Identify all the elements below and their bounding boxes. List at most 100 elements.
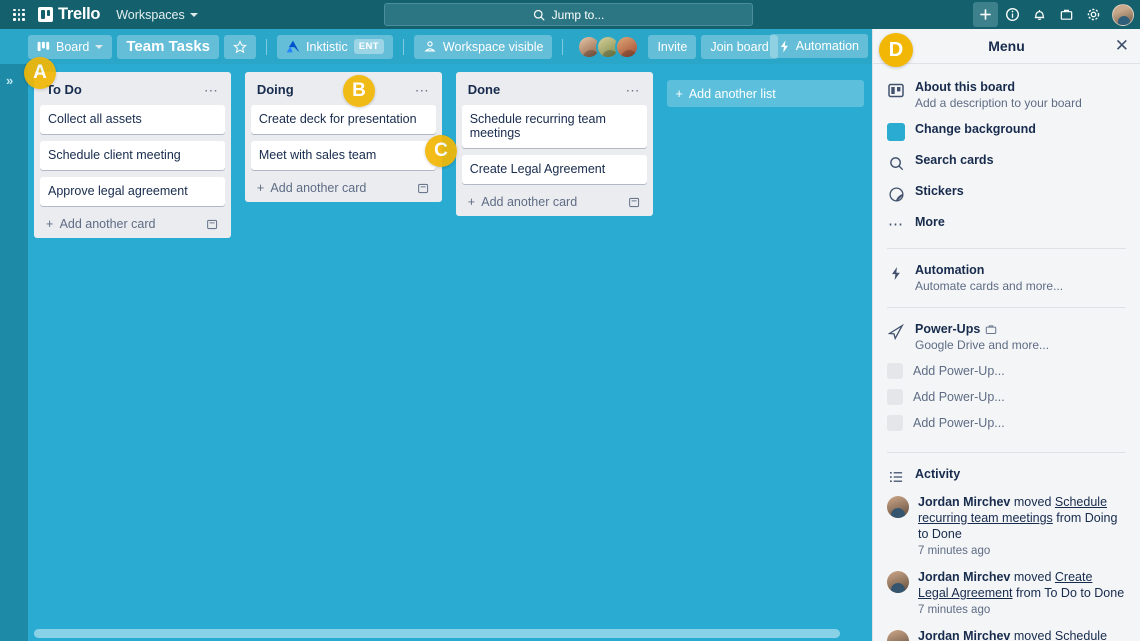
card[interactable]: Approve legal agreement <box>40 177 225 206</box>
menu-item-change-background[interactable]: Change background <box>873 116 1140 147</box>
info-circle-icon[interactable] <box>1000 2 1025 27</box>
card-template-icon[interactable] <box>206 218 219 231</box>
activity-verb: moved <box>1013 629 1052 641</box>
card[interactable]: Schedule client meeting <box>40 141 225 170</box>
activity-verb: moved <box>1013 570 1052 584</box>
menu-item-power-ups[interactable]: Power-Ups Google Drive and more... <box>873 316 1140 358</box>
add-power-up-row[interactable]: Add Power-Up... <box>873 358 1140 384</box>
board-members <box>577 34 640 59</box>
card[interactable]: Create deck for presentation <box>250 105 436 134</box>
list-actions-icon[interactable]: ⋯ <box>626 83 641 97</box>
add-card-row: + Add another card <box>462 191 647 212</box>
menu-item-stickers[interactable]: Stickers <box>873 178 1140 209</box>
annotation-badge-d: D <box>879 33 913 67</box>
activity-label: Activity <box>915 467 961 481</box>
add-power-up-label: Add Power-Up... <box>913 390 1005 404</box>
activity-timestamp: 7 minutes ago <box>918 545 991 557</box>
menu-item-label: Automation <box>915 263 985 277</box>
list-to-do: To Do ⋯ Collect all assets Schedule clie… <box>34 72 231 238</box>
list-done: Done ⋯ Schedule recurring team meetings … <box>455 72 653 216</box>
activity-timestamp: 7 minutes ago <box>918 604 991 616</box>
list-title[interactable]: Done <box>468 82 501 97</box>
page-title[interactable]: Team Tasks <box>117 34 220 59</box>
invite-button[interactable]: Invite <box>648 34 697 59</box>
divider <box>266 38 268 55</box>
user-avatar[interactable] <box>1112 3 1134 26</box>
grid-apps-icon[interactable] <box>10 6 28 24</box>
join-board-button[interactable]: Join board <box>701 34 778 59</box>
visibility-button[interactable]: Workspace visible <box>413 34 553 59</box>
plus-icon[interactable] <box>973 2 998 27</box>
search-placeholder: Jump to... <box>551 7 605 22</box>
add-card-row: + Add another card <box>251 177 436 198</box>
member-avatar[interactable] <box>615 34 640 59</box>
card[interactable]: Collect all assets <box>40 105 225 134</box>
workspace-name: Inktistic <box>306 39 348 54</box>
star-icon[interactable] <box>224 34 257 59</box>
activity-card-link[interactable]: Schedule <box>1055 629 1107 641</box>
card[interactable]: Schedule recurring team meetings <box>461 105 647 148</box>
menu-title: Menu <box>988 38 1025 54</box>
ellipsis-icon: ⋯ <box>888 216 904 233</box>
avatar <box>887 496 909 518</box>
chevron-double-right-icon[interactable]: » <box>6 73 13 88</box>
workspace-selector[interactable]: Inktistic ENT <box>277 34 393 59</box>
menu-item-sub: Google Drive and more... <box>915 338 1050 352</box>
divider <box>887 452 1126 453</box>
add-another-list-button[interactable]: + Add another list <box>666 80 864 107</box>
color-swatch-icon <box>887 123 905 141</box>
close-icon[interactable]: ✕ <box>1115 37 1129 55</box>
add-list-label: Add another list <box>688 86 776 101</box>
menu-item-label: Stickers <box>915 184 964 198</box>
activity-entry: Jordan Mirchev moved Schedule recurring … <box>873 488 1140 563</box>
menu-item-about-this-board[interactable]: About this board Add a description to yo… <box>873 74 1140 116</box>
trello-board-app: Trello Workspaces Jump to... » Board Tea… <box>0 0 1140 641</box>
add-power-up-row[interactable]: Add Power-Up... <box>873 410 1140 436</box>
activity-section-header: Activity <box>873 461 1140 488</box>
list-actions-icon[interactable]: ⋯ <box>204 83 219 97</box>
briefcase-icon[interactable] <box>1054 2 1079 27</box>
card[interactable]: Create Legal Agreement <box>461 155 647 184</box>
chevron-down-icon <box>189 12 198 17</box>
search-icon <box>887 154 905 172</box>
annotation-badge-c: C <box>425 135 457 167</box>
search-input[interactable]: Jump to... <box>384 3 753 26</box>
automation-button[interactable]: Automation <box>769 34 868 58</box>
list-actions-icon[interactable]: ⋯ <box>415 83 430 97</box>
gear-icon[interactable] <box>1081 2 1106 27</box>
card-template-icon[interactable] <box>628 196 641 209</box>
bell-icon[interactable] <box>1027 2 1052 27</box>
bolt-icon <box>780 40 788 52</box>
add-power-up-label: Add Power-Up... <box>913 364 1005 378</box>
board-icon <box>887 81 905 99</box>
menu-item-label: Change background <box>915 122 1036 136</box>
menu-item-more[interactable]: ⋯ More <box>873 209 1140 240</box>
avatar <box>887 630 909 641</box>
list-header: Done ⋯ <box>462 78 647 105</box>
rocket-icon <box>887 323 905 341</box>
menu-item-automation[interactable]: Automation Automate cards and more... <box>873 257 1140 299</box>
divider <box>887 307 1126 308</box>
menu-item-sub: Automate cards and more... <box>915 279 1064 293</box>
annotation-badge-a: A <box>24 57 56 89</box>
divider <box>562 38 564 55</box>
menu-item-search-cards[interactable]: Search cards <box>873 147 1140 178</box>
workspaces-menu[interactable]: Workspaces <box>116 8 198 22</box>
power-ups-label: Power-Ups <box>915 322 981 336</box>
atlassian-logo-icon <box>286 40 300 53</box>
board-view-switcher[interactable]: Board <box>28 34 113 59</box>
divider <box>402 38 404 55</box>
add-another-card-button[interactable]: + Add another card <box>468 195 577 209</box>
add-another-card-button[interactable]: + Add another card <box>257 181 366 195</box>
card[interactable]: Meet with sales team <box>250 141 436 170</box>
trello-home-link[interactable]: Trello <box>38 5 101 24</box>
menu-item-label: About this board <box>915 80 1015 94</box>
activity-user: Jordan Mirchev <box>918 629 1011 641</box>
list-title[interactable]: Doing <box>257 82 294 97</box>
add-another-card-button[interactable]: + Add another card <box>46 217 155 231</box>
add-power-up-row[interactable]: Add Power-Up... <box>873 384 1140 410</box>
menu-item-label: Power-Ups <box>915 322 1049 336</box>
card-template-icon[interactable] <box>417 182 430 195</box>
horizontal-scrollbar[interactable] <box>34 629 840 638</box>
top-navigation-bar: Trello Workspaces Jump to... <box>0 0 1140 29</box>
